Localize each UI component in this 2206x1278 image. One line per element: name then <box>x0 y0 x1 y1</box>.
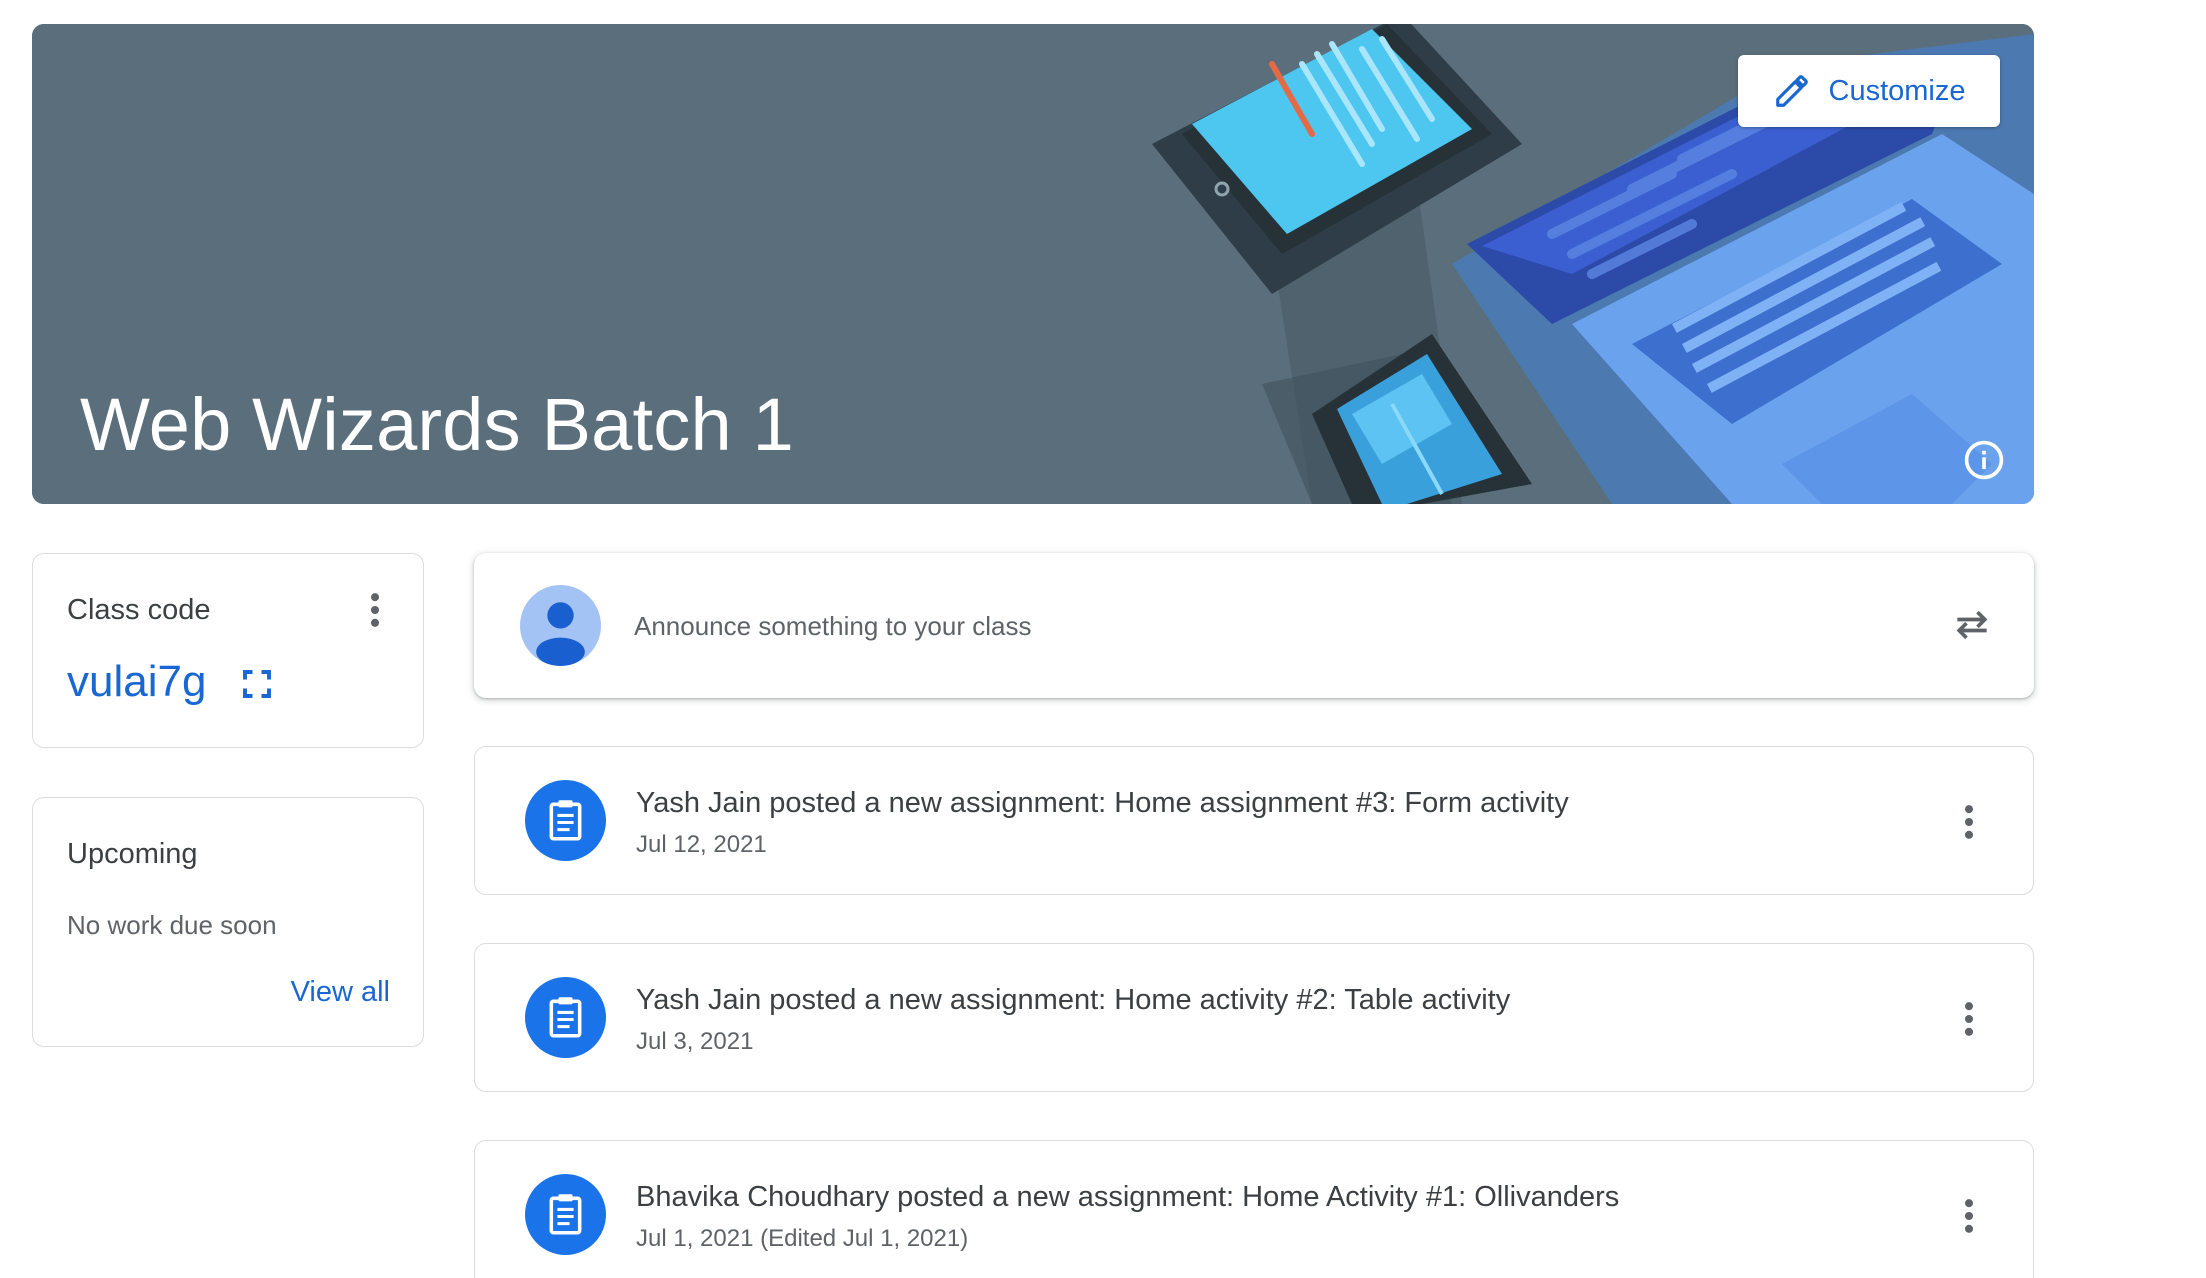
announce-input[interactable]: Announce something to your class <box>634 611 1031 642</box>
post-title[interactable]: Yash Jain posted a new assignment: Home … <box>636 787 1569 820</box>
announce-box[interactable]: Announce something to your class <box>474 553 2034 698</box>
customize-label: Customize <box>1828 74 1966 107</box>
class-banner: Web Wizards Batch 1 Customize <box>32 24 2034 504</box>
assignment-icon <box>525 780 606 861</box>
post-title[interactable]: Bhavika Choudhary posted a new assignmen… <box>636 1181 1619 1214</box>
post-date: Jul 1, 2021 (Edited Jul 1, 2021) <box>636 1225 969 1252</box>
user-avatar-icon <box>520 585 601 666</box>
stream-post[interactable]: Yash Jain posted a new assignment: Home … <box>474 746 2034 895</box>
assignment-icon <box>525 977 606 1058</box>
upcoming-title: Upcoming <box>67 838 198 870</box>
customize-button[interactable]: Customize <box>1738 55 2000 127</box>
upcoming-card: Upcoming No work due soon View all <box>32 797 424 1047</box>
info-icon[interactable] <box>1962 438 2006 482</box>
more-vert-icon[interactable] <box>1947 1194 1991 1238</box>
fullscreen-icon[interactable] <box>239 666 275 702</box>
stream-post[interactable]: Bhavika Choudhary posted a new assignmen… <box>474 1140 2034 1278</box>
assignment-icon <box>525 1174 606 1255</box>
repost-icon[interactable] <box>1950 603 1994 647</box>
post-date: Jul 3, 2021 <box>636 1028 754 1055</box>
post-title[interactable]: Yash Jain posted a new assignment: Home … <box>636 984 1510 1017</box>
class-code-value: vulai7g <box>67 657 207 706</box>
post-date: Jul 12, 2021 <box>636 831 767 858</box>
stream-post[interactable]: Yash Jain posted a new assignment: Home … <box>474 943 2034 1092</box>
more-vert-icon[interactable] <box>353 588 397 632</box>
more-vert-icon[interactable] <box>1947 800 1991 844</box>
class-code-card: Class code vulai7g <box>32 553 424 748</box>
upcoming-message: No work due soon <box>67 910 277 940</box>
more-vert-icon[interactable] <box>1947 997 1991 1041</box>
class-code-title: Class code <box>67 594 211 626</box>
classroom-stream-page: Web Wizards Batch 1 Customize Class code… <box>0 0 2206 1278</box>
view-all-link[interactable]: View all <box>291 976 390 1009</box>
pencil-icon <box>1775 75 1808 107</box>
class-title: Web Wizards Batch 1 <box>80 383 794 466</box>
